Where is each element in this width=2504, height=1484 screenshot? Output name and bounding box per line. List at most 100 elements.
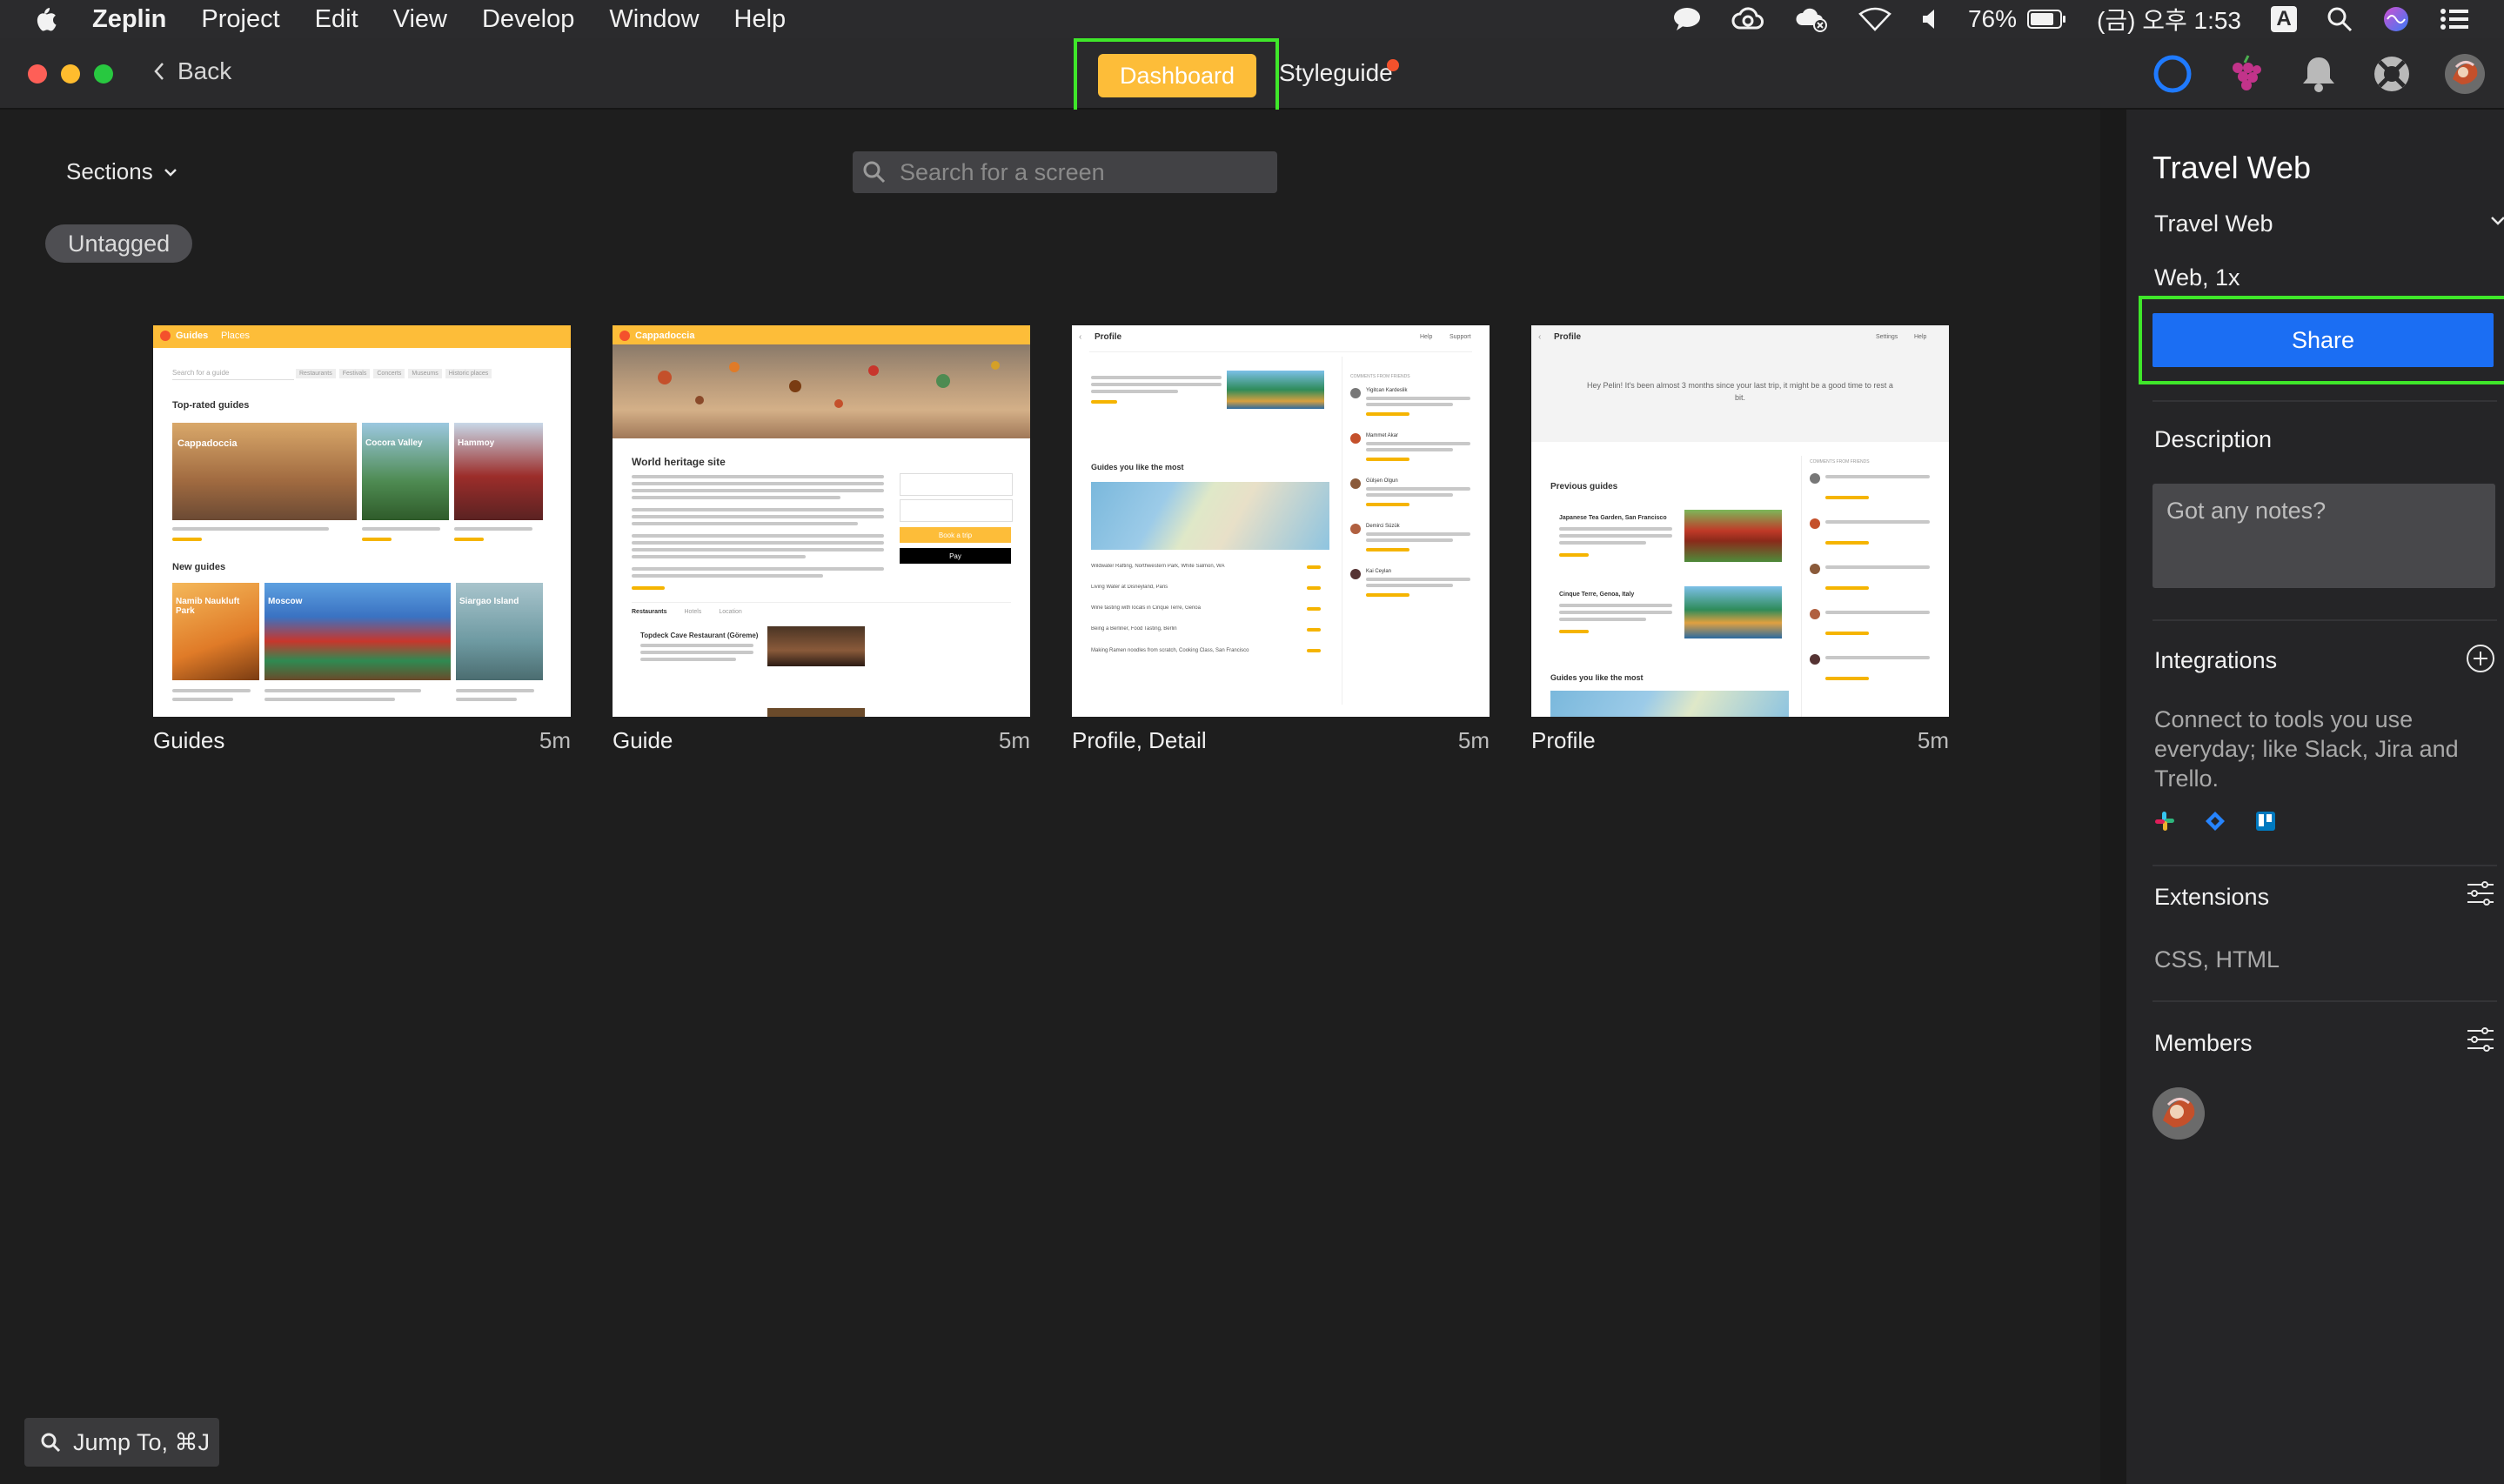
screen-card-profile[interactable]: ‹ Profile Settings Help Hey Pelin! It's … — [1531, 325, 1949, 754]
screen-name: Profile — [1531, 727, 1596, 753]
battery-percent: 76% — [1967, 5, 2018, 32]
thumb-logo-icon — [160, 331, 171, 341]
battery-icon[interactable] — [2027, 9, 2067, 30]
messages-icon[interactable] — [1672, 6, 1702, 32]
chevron-down-icon — [164, 168, 177, 177]
menu-develop[interactable]: Develop — [482, 5, 574, 34]
screen-thumbnail[interactable]: ‹ Profile Settings Help Hey Pelin! It's … — [1531, 325, 1949, 717]
thumb-comments-heading: COMMENTS FROM FRIENDS — [1810, 459, 1870, 465]
thumb-person: Kai Ceylan — [1366, 569, 1392, 574]
notifications-bell-icon[interactable] — [2297, 52, 2340, 96]
activity-ring-icon[interactable] — [2151, 52, 2194, 96]
thumb-logo-icon — [619, 331, 630, 341]
thumb-tab: Restaurants — [632, 609, 667, 615]
thumb-image: Namib Naukluft Park — [172, 583, 259, 680]
thumb-heading: Guides you like the most — [1091, 463, 1184, 471]
thumb-image: Hammoy — [454, 423, 543, 520]
description-notes-field[interactable] — [2153, 484, 2495, 588]
project-selector[interactable]: Travel Web — [2154, 211, 2273, 237]
grape-icon[interactable] — [2224, 52, 2267, 96]
thumb-heading: World heritage site — [632, 456, 726, 468]
thumb-image: Siargao Island — [456, 583, 543, 680]
thumb-filter: Museums — [408, 369, 442, 378]
close-window-button[interactable] — [28, 64, 47, 84]
wifi-icon[interactable] — [1858, 7, 1891, 31]
tab-styleguide[interactable]: Styleguide — [1279, 59, 1393, 87]
thumb-filters: Restaurants Festivals Concerts Museums H… — [296, 369, 492, 378]
thumb-filter: Concerts — [373, 369, 405, 378]
menu-view[interactable]: View — [393, 5, 447, 34]
add-integration-icon[interactable] — [2466, 644, 2495, 673]
menu-help[interactable]: Help — [734, 5, 787, 34]
search-input[interactable] — [898, 157, 1267, 187]
screen-thumbnail[interactable]: ‹ Profile Help Support Guides you like t… — [1072, 325, 1490, 717]
thumb-logo: Guides — [176, 331, 209, 341]
trello-icon[interactable] — [2255, 811, 2276, 832]
zoom-window-button[interactable] — [94, 64, 113, 84]
screen-search[interactable] — [853, 151, 1277, 193]
screen-thumbnail[interactable]: Guides Places Search for a guide Restaur… — [153, 325, 571, 717]
thumb-guests-field — [900, 499, 1013, 522]
menu-window[interactable]: Window — [609, 5, 699, 34]
siri-icon[interactable] — [2382, 5, 2410, 33]
input-source-icon[interactable]: A — [2271, 6, 2297, 32]
screen-card-profile-detail[interactable]: ‹ Profile Help Support Guides you like t… — [1072, 325, 1490, 754]
thumb-nav: Places — [221, 331, 251, 341]
minimize-window-button[interactable] — [61, 64, 80, 84]
thumb-guide-title: Japanese Tea Garden, San Francisco — [1559, 515, 1667, 521]
thumb-person: Mammet Akar — [1366, 433, 1399, 438]
jira-icon[interactable] — [2205, 811, 2226, 832]
thumb-header: Guides Places — [153, 325, 571, 348]
creative-cloud-icon[interactable] — [1731, 7, 1764, 31]
thumb-image: Moscow — [264, 583, 451, 680]
thumb-image — [1684, 510, 1782, 562]
sections-label: Sections — [66, 158, 153, 184]
menu-app-name[interactable]: Zeplin — [92, 5, 166, 34]
help-lifebuoy-icon[interactable] — [2370, 52, 2414, 96]
divider — [2153, 1000, 2497, 1002]
screen-name: Guides — [153, 727, 225, 753]
jump-to-label: Jump To, ⌘J — [73, 1428, 211, 1455]
screen-card-guide[interactable]: Cappadoccia World heritage site Book a t… — [613, 325, 1030, 754]
thumb-list-item: Wildwater Rafting, Northwestern Park, Wh… — [1091, 564, 1225, 569]
member-avatar[interactable] — [2153, 1087, 2205, 1140]
thumb-divider — [1801, 456, 1802, 717]
integration-icons — [2154, 811, 2276, 832]
jump-to-button[interactable]: Jump To, ⌘J — [24, 1418, 219, 1467]
menu-clock[interactable]: (금) 오후 1:53 — [2097, 2, 2241, 37]
thumb-greeting: Hey Pelin! It's been almost 3 months sin… — [1587, 381, 1893, 402]
tag-untagged[interactable]: Untagged — [45, 224, 193, 263]
chevron-down-icon[interactable] — [2490, 216, 2504, 226]
user-avatar[interactable] — [2443, 52, 2487, 96]
apple-icon[interactable] — [33, 5, 57, 33]
menu-bar: Zeplin Project Edit View Develop Window … — [0, 0, 2504, 38]
screen-thumbnail[interactable]: Cappadoccia World heritage site Book a t… — [613, 325, 1030, 717]
thumb-person: Gülşen Olgun — [1366, 478, 1398, 484]
slack-icon[interactable] — [2154, 811, 2175, 832]
menu-edit[interactable]: Edit — [315, 5, 358, 34]
thumb-search: Search for a guide — [172, 369, 294, 380]
divider — [2153, 619, 2497, 621]
screen-card-guides[interactable]: Guides Places Search for a guide Restaur… — [153, 325, 571, 754]
sections-dropdown[interactable]: Sections — [66, 158, 177, 185]
thumb-balloons-image — [658, 361, 1000, 408]
control-center-icon[interactable] — [2440, 7, 2469, 31]
extensions-settings-icon[interactable] — [2466, 880, 2495, 906]
thumb-tabs: Restaurants Hotels Location — [632, 609, 742, 615]
menu-project[interactable]: Project — [201, 5, 279, 34]
volume-icon[interactable] — [1921, 8, 1938, 30]
back-button[interactable]: Back — [153, 57, 231, 85]
thumb-pay-button: Pay — [900, 548, 1011, 564]
tab-dashboard[interactable]: Dashboard — [1098, 54, 1256, 97]
thumb-avatar — [1810, 564, 1820, 574]
cloud-icon[interactable] — [1794, 6, 1829, 32]
styleguide-notification-dot — [1387, 59, 1399, 71]
spotlight-icon[interactable] — [2327, 6, 2353, 32]
share-button[interactable]: Share — [2153, 313, 2494, 367]
thumb-avatar — [1810, 654, 1820, 665]
thumb-nav: Help — [1914, 334, 1927, 340]
thumb-heading: Top-rated guides — [172, 400, 250, 411]
thumb-image — [767, 708, 865, 717]
members-settings-icon[interactable] — [2466, 1026, 2495, 1053]
search-icon — [863, 161, 886, 184]
